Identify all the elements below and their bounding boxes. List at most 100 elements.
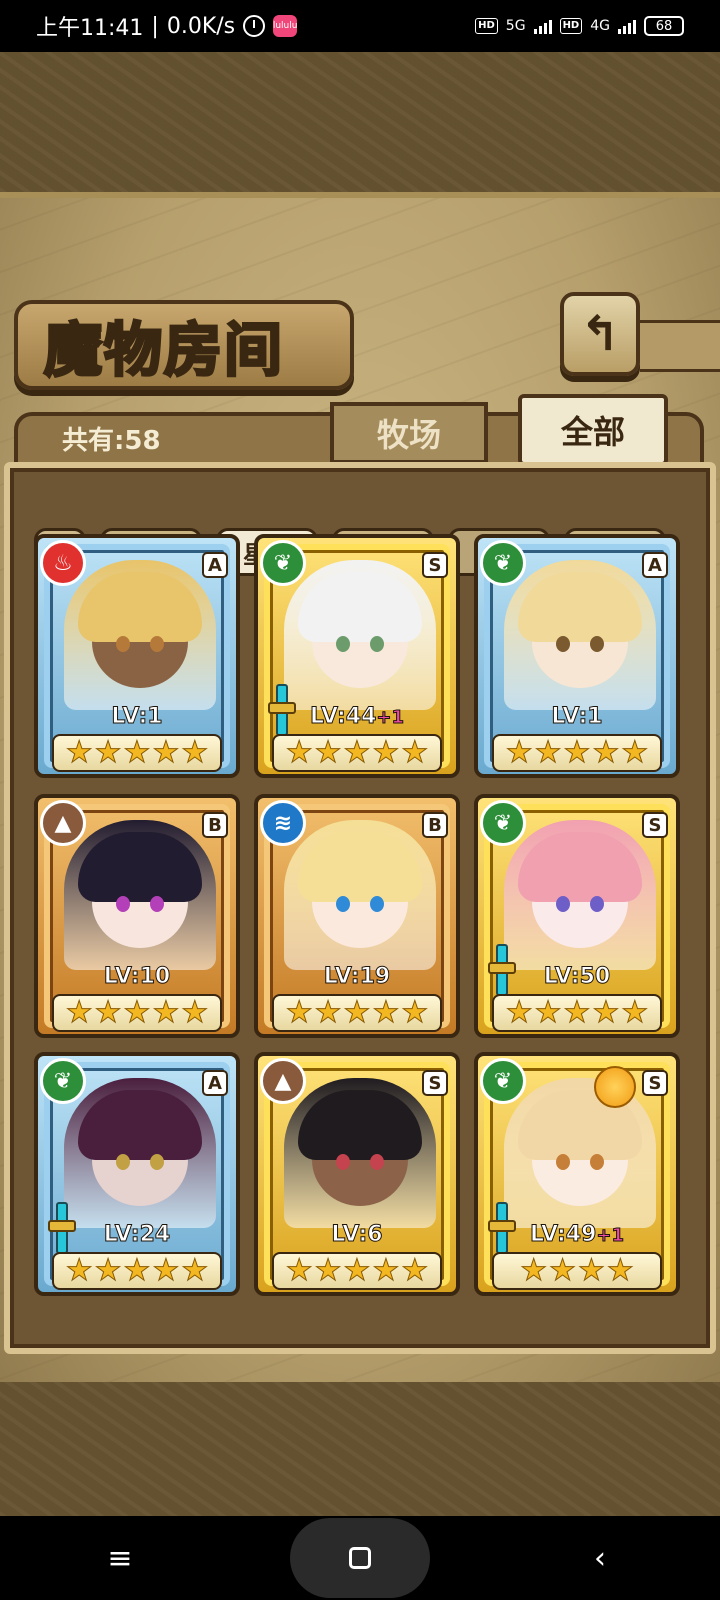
rank-badge: S bbox=[422, 1070, 448, 1096]
game-screen: 魔物房间 ↰ 共有:58 牧场 全部 ⇂⇃ 等级 星级 成长 好感 时间 ♨AL… bbox=[0, 52, 720, 1516]
mountain-icon: ▲ bbox=[260, 1058, 306, 1104]
level-text: LV:1 bbox=[551, 704, 603, 730]
star-icon: ★ bbox=[563, 735, 591, 770]
monster-eye bbox=[336, 896, 350, 912]
monster-level: LV:19 bbox=[258, 964, 456, 990]
system-navigation-bar: ≡ ‹ bbox=[0, 1516, 720, 1600]
monster-eye bbox=[150, 636, 164, 652]
star-icon: ★ bbox=[621, 735, 649, 770]
star-icon: ★ bbox=[65, 995, 93, 1030]
monster-level: LV:24 bbox=[38, 1222, 236, 1248]
leaf-icon: ❦ bbox=[260, 540, 306, 586]
wave-icon: ≋ bbox=[260, 800, 306, 846]
hd-icon: HD bbox=[475, 18, 498, 34]
monster-card[interactable]: ≋ B LV:19 ★ ★ ★ ★ ★ bbox=[254, 794, 460, 1038]
rank-badge: S bbox=[422, 552, 448, 578]
monster-eye bbox=[370, 1154, 384, 1170]
monster-card[interactable]: ❦ A LV:24 ★ ★ ★ ★ ★ bbox=[34, 1052, 240, 1296]
star-icon: ★ bbox=[534, 995, 562, 1030]
leaf-icon: ❦ bbox=[480, 1058, 526, 1104]
star-icon: ★ bbox=[520, 1253, 548, 1288]
monster-eye bbox=[556, 1154, 570, 1170]
leaf-icon: ❦ bbox=[40, 1058, 86, 1104]
star-icon: ★ bbox=[94, 1253, 122, 1288]
monster-eye bbox=[370, 896, 384, 912]
level-text: LV:49 bbox=[529, 1222, 597, 1248]
star-icon: ★ bbox=[343, 995, 371, 1030]
star-icon: ★ bbox=[181, 995, 209, 1030]
back-button[interactable]: ↰ bbox=[560, 292, 640, 376]
home-button[interactable] bbox=[290, 1518, 430, 1598]
monster-card[interactable]: ▲ B LV:10 ★ ★ ★ ★ ★ bbox=[34, 794, 240, 1038]
monster-level: LV:49+1 bbox=[478, 1222, 676, 1248]
hd-icon: HD bbox=[559, 18, 583, 34]
network-5g-label: 5G bbox=[505, 18, 526, 34]
monster-level: LV:6 bbox=[258, 1222, 456, 1248]
monster-eye bbox=[116, 1154, 130, 1170]
star-icon: ★ bbox=[578, 1253, 606, 1288]
monster-count: 共有:58 bbox=[62, 426, 161, 456]
star-icon: ★ bbox=[123, 735, 151, 770]
network-4g-label: 4G bbox=[590, 18, 610, 34]
fire-icon: ♨ bbox=[40, 540, 86, 586]
star-icon: ★ bbox=[314, 995, 342, 1030]
star-icon: ★ bbox=[65, 1253, 93, 1288]
status-time: 上午11:41 bbox=[36, 16, 144, 41]
page-title: 魔物房间 bbox=[42, 315, 285, 386]
monster-level: LV:1 bbox=[38, 704, 236, 730]
monster-card[interactable]: ❦ S LV:49+1 ★ ★ ★ ★ bbox=[474, 1052, 680, 1296]
level-text: LV:50 bbox=[543, 964, 611, 990]
monster-card[interactable]: ❦ S LV:44+1 ★ ★ ★ ★ ★ bbox=[254, 534, 460, 778]
monster-eye bbox=[116, 636, 130, 652]
star-icon: ★ bbox=[563, 995, 591, 1030]
tab-ranch[interactable]: 牧场 bbox=[330, 402, 488, 464]
rank-badge: A bbox=[642, 552, 668, 578]
star-icon: ★ bbox=[65, 735, 93, 770]
star-icon: ★ bbox=[549, 1253, 577, 1288]
monster-eye bbox=[150, 1154, 164, 1170]
leaf-icon: ❦ bbox=[480, 540, 526, 586]
star-icon: ★ bbox=[285, 995, 313, 1030]
star-rating: ★ ★ ★ ★ ★ bbox=[52, 1252, 222, 1290]
star-icon: ★ bbox=[94, 735, 122, 770]
monster-eye bbox=[590, 636, 604, 652]
monster-level: LV:44+1 bbox=[258, 704, 456, 730]
monster-level: LV:10 bbox=[38, 964, 236, 990]
home-icon bbox=[349, 1547, 371, 1569]
tab-all[interactable]: 全部 bbox=[518, 394, 668, 466]
monster-eye bbox=[556, 636, 570, 652]
star-rating: ★ ★ ★ ★ bbox=[492, 1252, 662, 1290]
back-nav-icon[interactable]: ‹ bbox=[530, 1518, 670, 1598]
app-notification-icon: lululu bbox=[273, 15, 297, 37]
star-icon: ★ bbox=[621, 995, 649, 1030]
rank-badge: B bbox=[422, 812, 448, 838]
star-rating: ★ ★ ★ ★ ★ bbox=[492, 994, 662, 1032]
map-background bbox=[0, 52, 720, 192]
level-text: LV:1 bbox=[111, 704, 163, 730]
title-plate: 魔物房间 bbox=[14, 300, 354, 390]
orange-slice-icon bbox=[594, 1066, 636, 1108]
star-icon: ★ bbox=[285, 735, 313, 770]
star-rating: ★ ★ ★ ★ ★ bbox=[272, 734, 442, 772]
signal-icon bbox=[618, 18, 636, 34]
star-icon: ★ bbox=[314, 1253, 342, 1288]
level-text: LV:24 bbox=[103, 1222, 171, 1248]
star-icon: ★ bbox=[181, 735, 209, 770]
level-text: LV:10 bbox=[103, 964, 171, 990]
battery-icon: 68 bbox=[644, 16, 684, 36]
monster-eye bbox=[336, 1154, 350, 1170]
star-icon: ★ bbox=[181, 1253, 209, 1288]
monster-card[interactable]: ♨ A LV:1 ★ ★ ★ ★ ★ bbox=[34, 534, 240, 778]
star-icon: ★ bbox=[152, 1253, 180, 1288]
star-icon: ★ bbox=[401, 995, 429, 1030]
menu-icon[interactable]: ≡ bbox=[50, 1518, 190, 1598]
monster-card[interactable]: ▲ S LV:6 ★ ★ ★ ★ ★ bbox=[254, 1052, 460, 1296]
star-icon: ★ bbox=[592, 995, 620, 1030]
monster-card[interactable]: ❦ A LV:1 ★ ★ ★ ★ ★ bbox=[474, 534, 680, 778]
monster-card[interactable]: ❦ S LV:50 ★ ★ ★ ★ ★ bbox=[474, 794, 680, 1038]
status-net-speed: 0.0K/s bbox=[166, 13, 236, 39]
rank-badge: A bbox=[202, 552, 228, 578]
monster-eye bbox=[336, 636, 350, 652]
back-button-rail bbox=[640, 320, 720, 372]
level-plus: +1 bbox=[596, 1225, 625, 1247]
